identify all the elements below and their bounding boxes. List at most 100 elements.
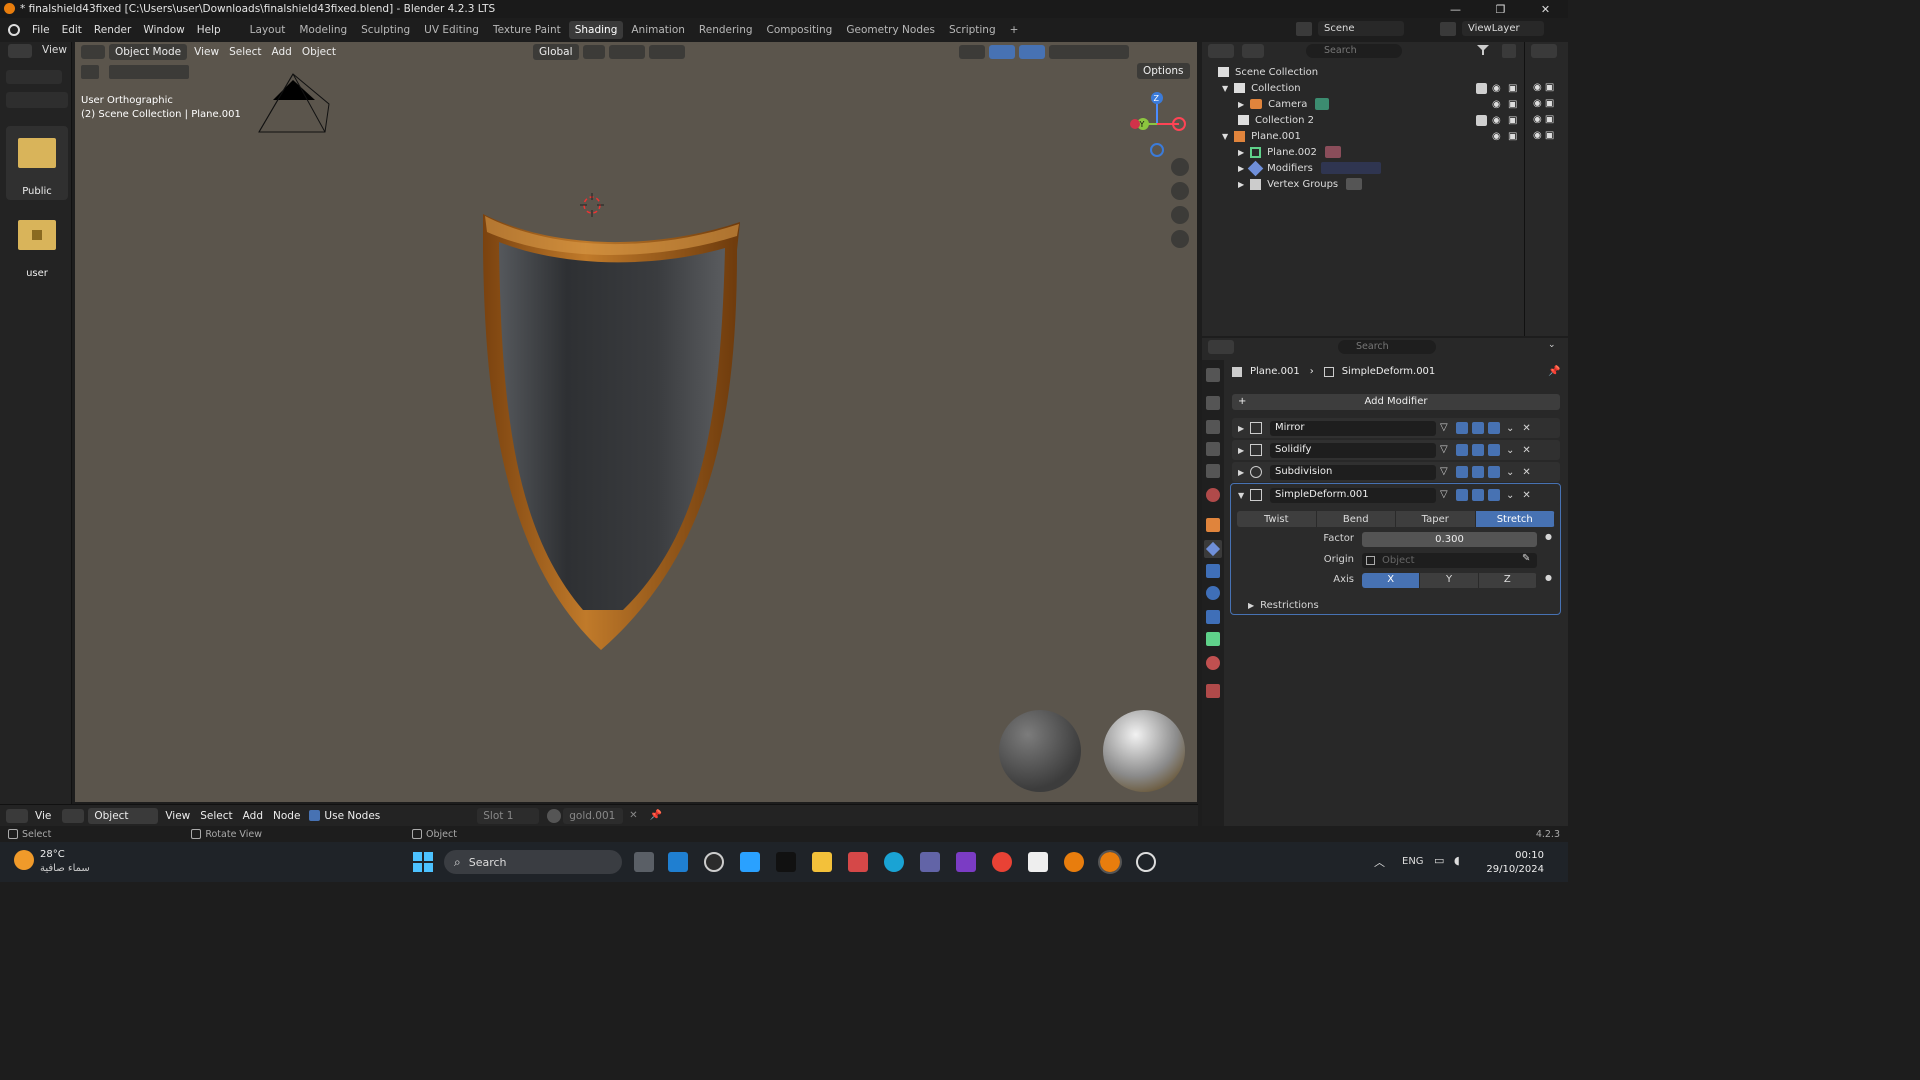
camera-render-icon[interactable]: ▣ — [1508, 99, 1517, 110]
blender-menu-icon[interactable] — [8, 24, 20, 36]
zoom-icon[interactable] — [1171, 158, 1189, 176]
texture-tab-icon[interactable] — [1206, 684, 1220, 698]
material-tab-icon[interactable] — [1206, 656, 1220, 670]
restrictions-subpanel[interactable]: ▶ Restrictions — [1248, 600, 1319, 611]
blender-icon[interactable] — [1064, 852, 1084, 872]
object-tab-icon[interactable] — [1206, 518, 1220, 532]
tab-modeling[interactable]: Modeling — [293, 21, 353, 39]
file-explorer-icon[interactable] — [812, 852, 832, 872]
vertex-groups-row[interactable]: ▶ Vertex Groups — [1238, 176, 1363, 192]
camera-view-icon[interactable] — [1171, 206, 1189, 224]
modifiers-row[interactable]: ▶ Modifiers — [1238, 160, 1381, 176]
collection-row[interactable]: ▼ Collection ◉ ▣ — [1222, 80, 1522, 96]
on-cage-icon[interactable] — [1456, 489, 1468, 501]
tab-compositing[interactable]: Compositing — [761, 21, 839, 39]
menu-add[interactable]: Add — [238, 808, 268, 824]
exclude-checkbox[interactable] — [1476, 82, 1487, 94]
list-item[interactable]: user — [6, 214, 68, 284]
eyedropper-icon[interactable]: ✎ — [1522, 553, 1530, 564]
mode-selector[interactable]: Object Mode — [109, 44, 188, 60]
volume-icon[interactable]: ◖ — [1454, 854, 1460, 867]
windows-start-icon[interactable] — [413, 852, 433, 872]
mode-stretch-button[interactable]: Stretch — [1475, 511, 1555, 527]
menu-render[interactable]: Render — [88, 24, 137, 36]
blender-active-icon[interactable] — [1098, 850, 1122, 874]
slot-selector[interactable]: Slot 1 — [477, 807, 540, 824]
on-cage-icon[interactable] — [1456, 466, 1468, 478]
remove-modifier-icon[interactable]: ✕ — [1522, 490, 1530, 501]
onenote-icon[interactable] — [956, 852, 976, 872]
viewport-display-icon[interactable] — [1472, 422, 1484, 434]
pin-icon[interactable]: 📌 — [650, 810, 662, 821]
keyframe-dot-icon[interactable]: ● — [1545, 532, 1552, 541]
menu-select[interactable]: Select — [224, 44, 266, 60]
ortho-grid-icon[interactable] — [1171, 230, 1189, 248]
edit-mode-icon[interactable]: ▽ — [1440, 466, 1452, 478]
scene-name-field[interactable]: Scene — [1318, 21, 1404, 36]
calendar-app-icon[interactable] — [848, 852, 868, 872]
menu-edit[interactable]: Edit — [56, 24, 88, 36]
shading-mode-buttons[interactable] — [1048, 45, 1129, 59]
tab-rendering[interactable]: Rendering — [693, 21, 759, 39]
modifier-icons[interactable] — [1320, 162, 1381, 174]
gizmo-toggle-icon[interactable] — [988, 45, 1015, 59]
chevron-right-icon[interactable]: ▶ — [1238, 164, 1244, 173]
editor-type-button[interactable] — [8, 44, 32, 58]
vertex-group-data-icon[interactable] — [1346, 178, 1363, 190]
scene-collection-row[interactable]: Scene Collection — [1218, 64, 1318, 80]
remove-modifier-icon[interactable]: ✕ — [1522, 445, 1530, 456]
eye-icon[interactable]: ◉ — [1492, 83, 1501, 94]
chevron-right-icon[interactable]: ▶ — [1238, 180, 1244, 189]
chevron-right-icon[interactable]: ▶ — [1238, 424, 1244, 433]
weather-icon[interactable] — [14, 850, 34, 870]
options-button[interactable]: Options — [1137, 63, 1190, 79]
view-layer-field[interactable]: ViewLayer — [1462, 21, 1544, 36]
properties-search[interactable]: Search — [1338, 340, 1436, 354]
material-icon[interactable] — [1324, 146, 1341, 158]
modifier-name[interactable]: Mirror — [1270, 420, 1436, 436]
vscode-icon[interactable] — [668, 852, 688, 872]
tab-animation[interactable]: Animation — [625, 21, 691, 39]
list-item[interactable]: Public — [6, 126, 68, 200]
notes-app-icon[interactable] — [1028, 852, 1048, 872]
viewport-display-icon[interactable] — [1472, 444, 1484, 456]
modifier-tab-icon[interactable] — [1204, 540, 1222, 558]
physics-tab-icon[interactable] — [1206, 586, 1220, 600]
eye-icon[interactable]: ◉ ▣ — [1533, 98, 1554, 109]
viewport-display-icon[interactable] — [1472, 466, 1484, 478]
axis-y-button[interactable]: Y — [1420, 573, 1479, 588]
eye-icon[interactable]: ◉ ▣ — [1533, 114, 1554, 125]
editor-type-button[interactable] — [1531, 44, 1557, 58]
tab-shading[interactable]: Shading — [568, 21, 624, 39]
chevron-down-icon[interactable]: ⌄ — [1506, 467, 1514, 478]
mode-taper-button[interactable]: Taper — [1396, 511, 1476, 527]
3d-viewport[interactable]: User Orthographic (2) Scene Collection |… — [75, 62, 1197, 802]
chevron-down-icon[interactable]: ⌄ — [1506, 490, 1514, 501]
chevron-down-icon[interactable]: ⌄ — [1506, 423, 1514, 434]
proportional-editing-icon[interactable] — [648, 45, 685, 59]
teams-icon[interactable] — [920, 852, 940, 872]
plane-002-row[interactable]: ▶ Plane.002 — [1238, 144, 1341, 160]
menu-view[interactable]: View — [160, 808, 195, 824]
collection-row[interactable]: Collection 2 ◉ ▣ — [1238, 112, 1522, 128]
editor-type-button[interactable] — [1208, 44, 1234, 58]
editor-type-button[interactable] — [81, 45, 105, 59]
edge-icon[interactable] — [884, 852, 904, 872]
view-menu-truncated[interactable]: Vie — [30, 808, 56, 824]
chevron-right-icon[interactable]: ▶ — [1238, 100, 1244, 109]
scene-tab-icon[interactable] — [1206, 464, 1220, 478]
edit-mode-icon[interactable]: ▽ — [1440, 489, 1452, 501]
shield-object[interactable] — [475, 210, 755, 656]
chevron-right-icon[interactable]: ▶ — [1238, 468, 1244, 477]
modifier-subdivision[interactable]: ▶ Subdivision ▽ ⌄ ✕ — [1232, 462, 1560, 482]
menu-add[interactable]: Add — [266, 44, 296, 60]
chevron-down-icon[interactable]: ⌄ — [1506, 445, 1514, 456]
pan-hand-icon[interactable] — [1171, 182, 1189, 200]
on-cage-icon[interactable] — [1456, 444, 1468, 456]
tab-layout[interactable]: Layout — [244, 21, 292, 39]
plane-001-row[interactable]: ▼ Plane.001 ◉ ▣ — [1222, 128, 1522, 144]
close-icon[interactable]: ✕ — [629, 810, 637, 821]
transform-orientation[interactable]: Global — [533, 44, 579, 60]
eye-icon[interactable]: ◉ — [1492, 115, 1501, 126]
outliner-search[interactable]: Search — [1306, 44, 1402, 58]
